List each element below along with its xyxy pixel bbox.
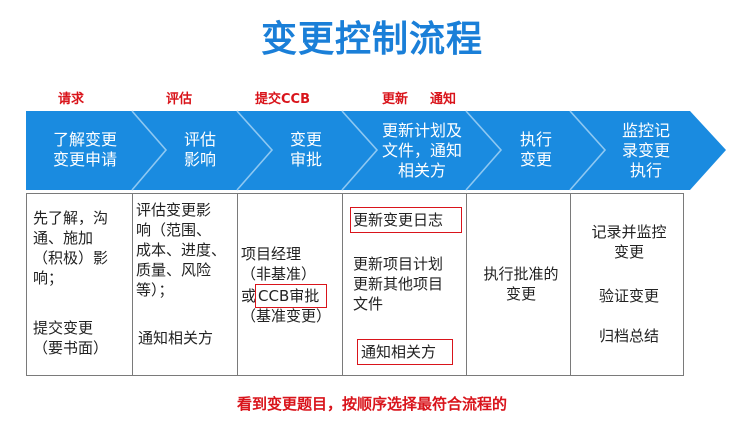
- detail-approval-text: 项目经理 （非基准）: [241, 245, 317, 283]
- detail-monitor-text: 记录并监控 变更: [591, 223, 667, 261]
- column-divider: [132, 194, 133, 375]
- detail-baseline-text: （基准变更）: [241, 307, 332, 325]
- highlight-box-ccb: [255, 284, 327, 308]
- highlight-box-notify: [357, 339, 453, 365]
- detail-verify-text: 验证变更: [598, 287, 659, 305]
- step-1-label: 了解变更 变更申请: [52, 130, 117, 169]
- column-divider: [342, 194, 343, 375]
- highlight-box-change-log: [350, 207, 462, 233]
- detail-notify-text: 通知相关方: [138, 329, 214, 347]
- detail-update-plan-text: 更新项目计划 更新其他项目 文件: [353, 255, 444, 313]
- detail-submit-text: 提交变更 （要书面）: [33, 319, 109, 357]
- column-divider: [466, 194, 467, 375]
- detail-execute-text: 执行批准的 变更: [483, 265, 559, 303]
- detail-or-text: 或: [241, 287, 257, 305]
- step-5-label: 执行 变更: [519, 130, 552, 169]
- detail-archive-text: 归档总结: [598, 327, 659, 345]
- step-2-label: 评估 影响: [183, 130, 216, 169]
- step-6-label: 监控记 录变更 执行: [621, 121, 670, 180]
- footer-note: 看到变更题目，按顺序选择最符合流程的: [236, 395, 507, 413]
- detail-evaluate-text: 评估变更影 响（范围、 成本、进度、 质量、风险 等）；: [136, 201, 227, 299]
- detail-request-text: 先了解，沟 通、施加 （积极）影 响；: [33, 209, 109, 287]
- step-4-label: 更新计划及 文件，通知 相关方: [381, 121, 462, 180]
- detail-table: 先了解，沟 通、施加 （积极）影 响； 提交变更 （要书面） 评估变更影 响（范…: [26, 193, 684, 376]
- step-3-label: 变更 审批: [289, 130, 322, 169]
